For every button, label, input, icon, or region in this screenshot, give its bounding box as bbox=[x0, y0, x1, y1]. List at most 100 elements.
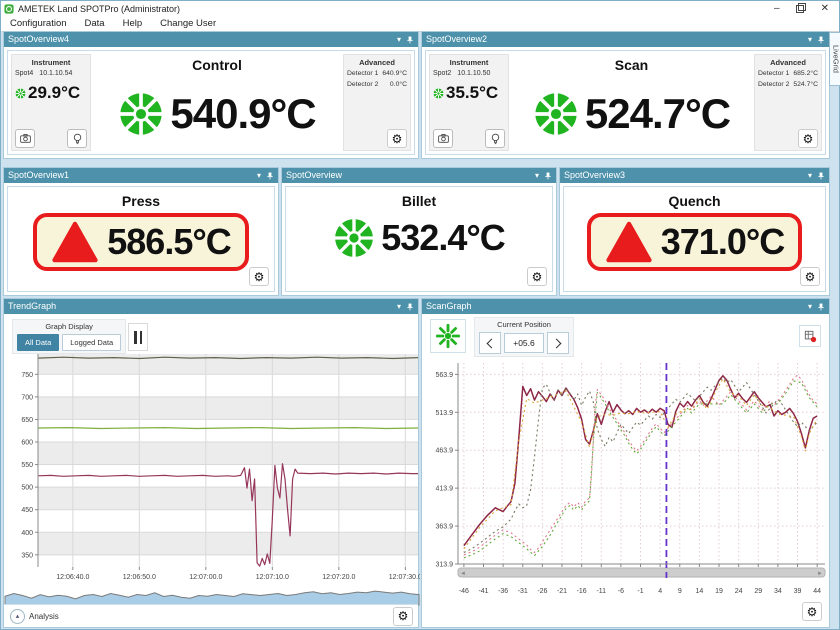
panel-spotoverview1: SpotOverview1 ▾ Press 586.5°C ⚙ bbox=[3, 167, 279, 296]
svg-text:34: 34 bbox=[774, 588, 782, 595]
panel-title: SpotOverview4 bbox=[8, 32, 69, 47]
process-title: Quench bbox=[668, 193, 720, 209]
instrument-name: Spot4 bbox=[15, 70, 33, 77]
detector1-label: Detector 1 bbox=[758, 70, 789, 77]
pin-icon[interactable] bbox=[817, 303, 825, 311]
starburst-icon bbox=[435, 323, 461, 349]
detector1-value: 640.9°C bbox=[382, 70, 407, 77]
chevron-down-icon[interactable]: ▾ bbox=[397, 299, 401, 314]
pin-icon[interactable] bbox=[406, 303, 414, 311]
camera-button[interactable] bbox=[433, 129, 453, 148]
current-position-label: Current Position bbox=[497, 320, 551, 329]
tab-livegrid[interactable]: LiveGrid bbox=[829, 32, 840, 86]
detector2-value: 0.0°C bbox=[390, 81, 407, 88]
svg-text:563.9: 563.9 bbox=[435, 372, 453, 379]
menu-data[interactable]: Data bbox=[76, 18, 114, 29]
pin-icon[interactable] bbox=[266, 172, 274, 180]
settings-gear-button[interactable]: ⚙ bbox=[249, 267, 269, 286]
instrument-name: Spot2 bbox=[433, 70, 451, 77]
svg-text:500: 500 bbox=[21, 485, 33, 492]
menu-change-user[interactable]: Change User bbox=[151, 18, 225, 29]
chevron-down-icon[interactable]: ▾ bbox=[808, 168, 812, 183]
analysis-footer: ▴ Analysis ⚙ bbox=[4, 604, 418, 627]
panel-trendgraph: TrendGraph ▾ Graph Display All Data Logg… bbox=[3, 298, 419, 628]
settings-gear-button[interactable]: ⚙ bbox=[387, 129, 407, 148]
svg-text:►: ► bbox=[817, 571, 823, 577]
gear-icon: ⚙ bbox=[807, 605, 818, 619]
alarm-box: 586.5°C bbox=[33, 213, 248, 271]
position-prev-button[interactable] bbox=[479, 332, 501, 354]
status-flower-icon bbox=[333, 217, 375, 259]
instrument-label: Instrument bbox=[15, 58, 87, 67]
svg-text:700: 700 bbox=[21, 394, 33, 401]
svg-text:12:07:00.0: 12:07:00.0 bbox=[189, 574, 222, 581]
chevron-down-icon[interactable]: ▾ bbox=[257, 168, 261, 183]
svg-text:12:06:50.0: 12:06:50.0 bbox=[123, 574, 156, 581]
panel-header-trendgraph[interactable]: TrendGraph ▾ bbox=[4, 299, 418, 314]
record-grid-icon bbox=[803, 329, 817, 343]
pin-icon[interactable] bbox=[544, 172, 552, 180]
svg-text:-46: -46 bbox=[459, 588, 469, 595]
chevron-left-icon bbox=[487, 338, 497, 348]
alarm-triangle-icon bbox=[51, 221, 99, 263]
svg-text:-16: -16 bbox=[577, 588, 587, 595]
pin-icon[interactable] bbox=[817, 172, 825, 180]
advanced-label: Advanced bbox=[347, 58, 407, 67]
panel-header-spotoverview2[interactable]: SpotOverview2 ▾ bbox=[422, 32, 829, 47]
position-next-button[interactable] bbox=[547, 332, 569, 354]
trend-overview-strip[interactable] bbox=[4, 584, 420, 606]
laser-bulb-button[interactable] bbox=[485, 129, 505, 148]
settings-gear-button[interactable]: ⚙ bbox=[800, 267, 820, 286]
svg-text:-11: -11 bbox=[596, 588, 606, 595]
camera-button[interactable] bbox=[15, 129, 35, 148]
pause-button[interactable] bbox=[128, 323, 148, 351]
svg-text:-21: -21 bbox=[557, 588, 567, 595]
settings-gear-button[interactable]: ⚙ bbox=[802, 602, 822, 621]
analysis-expander-button[interactable]: ▴ bbox=[10, 609, 25, 624]
record-export-button[interactable] bbox=[799, 325, 821, 347]
graph-display-label: Graph Display bbox=[45, 322, 93, 331]
menu-configuration[interactable]: Configuration bbox=[1, 18, 76, 29]
temperature-value: 524.7°C bbox=[585, 90, 730, 138]
pin-icon[interactable] bbox=[406, 36, 414, 44]
panel-header-spotoverview[interactable]: SpotOverview ▾ bbox=[282, 168, 556, 183]
instrument-box: Instrument Spot210.1.10.50 35.5°C bbox=[429, 54, 509, 151]
all-data-button[interactable]: All Data bbox=[17, 334, 59, 351]
panel-spotoverview2: SpotOverview2 ▾ Instrument Spot210.1.10.… bbox=[421, 31, 830, 159]
chevron-down-icon[interactable]: ▾ bbox=[397, 32, 401, 47]
svg-text:9: 9 bbox=[678, 588, 682, 595]
status-flower-icon bbox=[533, 91, 579, 137]
trend-chart[interactable]: 35040045050055060065070075012:06:40.012:… bbox=[4, 351, 420, 583]
pin-icon[interactable] bbox=[817, 36, 825, 44]
process-title: Billet bbox=[402, 193, 436, 209]
settings-gear-button[interactable]: ⚙ bbox=[527, 267, 547, 286]
minimize-button[interactable]: – bbox=[774, 4, 780, 14]
settings-gear-button[interactable]: ⚙ bbox=[798, 129, 818, 148]
chevron-down-icon[interactable]: ▾ bbox=[808, 32, 812, 47]
svg-text:313.9: 313.9 bbox=[435, 562, 453, 569]
scan-chart[interactable]: 313.9363.9413.9463.9513.9563.9-46-41-36-… bbox=[422, 357, 831, 604]
panel-title: SpotOverview1 bbox=[8, 168, 69, 183]
restore-button[interactable] bbox=[796, 3, 805, 15]
panel-header-spotoverview4[interactable]: SpotOverview4 ▾ bbox=[4, 32, 418, 47]
gear-icon: ⚙ bbox=[398, 609, 409, 623]
chevron-down-icon[interactable]: ▾ bbox=[808, 299, 812, 314]
scan-status-button[interactable] bbox=[430, 319, 466, 353]
svg-text:600: 600 bbox=[21, 439, 33, 446]
menu-help[interactable]: Help bbox=[114, 18, 152, 29]
panel-header-spotoverview1[interactable]: SpotOverview1 ▾ bbox=[4, 168, 278, 183]
settings-gear-button[interactable]: ⚙ bbox=[393, 607, 413, 626]
position-value-field[interactable]: +05.6 bbox=[504, 333, 544, 353]
panel-header-spotoverview3[interactable]: SpotOverview3 ▾ bbox=[560, 168, 829, 183]
logged-data-button[interactable]: Logged Data bbox=[62, 334, 121, 351]
close-button[interactable]: ✕ bbox=[821, 4, 829, 14]
panel-spotoverview4: SpotOverview4 ▾ Instrument Spot410.1.10.… bbox=[3, 31, 419, 159]
gear-icon: ⚙ bbox=[532, 270, 543, 284]
svg-text:463.9: 463.9 bbox=[435, 448, 453, 455]
laser-bulb-button[interactable] bbox=[67, 129, 87, 148]
svg-text:-1: -1 bbox=[637, 588, 643, 595]
chevron-down-icon[interactable]: ▾ bbox=[535, 168, 539, 183]
chevron-right-icon bbox=[552, 338, 562, 348]
panel-header-scangraph[interactable]: ScanGraph ▾ bbox=[422, 299, 829, 314]
instrument-ip: 10.1.10.50 bbox=[457, 70, 490, 77]
